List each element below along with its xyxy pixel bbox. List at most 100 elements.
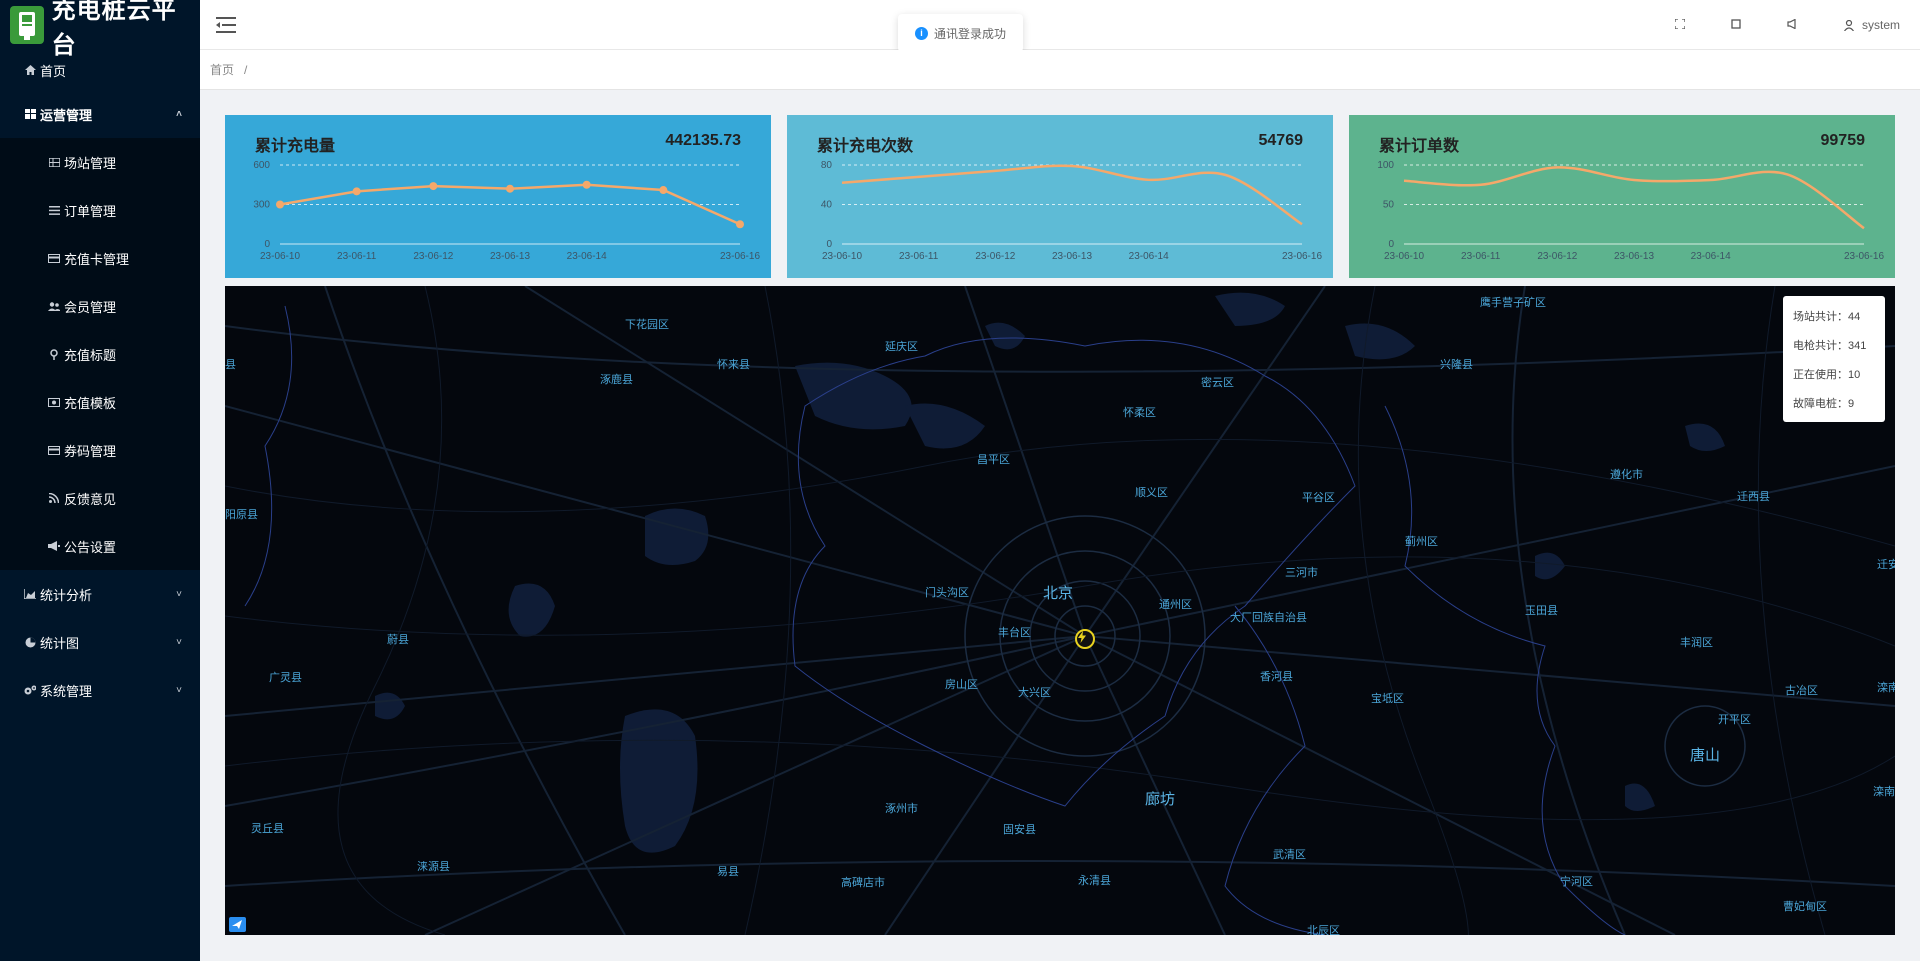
menu-order-management[interactable]: 订单管理 xyxy=(0,186,200,234)
x-tick-label: 23-06-13 xyxy=(490,251,530,262)
window-icon[interactable] xyxy=(1731,18,1741,32)
line-chart: 0 300 600 23-06-10 23-06-11 23-06-12 23-06-13 2… xyxy=(253,160,760,262)
menu-coupon-management[interactable]: 券码管理 xyxy=(0,426,200,474)
menu-label: 会员管理 xyxy=(64,299,117,315)
y-tick-label: 300 xyxy=(253,200,270,211)
operations-submenu: 场站管理 订单管理 充值卡管理 会员管理 充值标题 充值模板 券码管理 反馈意见… xyxy=(0,138,200,570)
data-point[interactable] xyxy=(736,220,744,229)
menu-recharge-title[interactable]: 充值标题 xyxy=(0,330,200,378)
menu-recharge-card[interactable]: 充值卡管理 xyxy=(0,234,200,282)
y-tick-label: 100 xyxy=(1377,160,1394,171)
station-map[interactable]: 下花园区 延庆区 怀来县 涿鹿县 密云区 怀柔区 兴隆县 鹰手营子矿区 昌平区 … xyxy=(225,286,1895,935)
menu-label: 系统管理 xyxy=(40,683,93,699)
map-label: 下花园区 xyxy=(625,319,669,331)
map-label: 顺义区 xyxy=(1135,487,1168,499)
menu-label: 券码管理 xyxy=(64,443,117,459)
gears-icon xyxy=(24,685,36,695)
series-line xyxy=(841,164,1303,226)
map-label: 迁安 xyxy=(1877,559,1895,571)
map-label: 蔚县 xyxy=(387,634,409,646)
map-logo-icon[interactable] xyxy=(229,917,246,932)
x-tick-label: 23-06-12 xyxy=(1537,251,1577,262)
menu-home[interactable]: 首页 xyxy=(0,50,200,90)
legend-in-use: 正在使用：10 xyxy=(1793,368,1861,381)
x-tick-label: 23-06-13 xyxy=(1614,251,1654,262)
map-legend: 场站共计：44 电枪共计：341 正在使用：10 故障电桩：9 xyxy=(1783,296,1885,422)
menu-label: 统计分析 xyxy=(40,587,93,603)
breadcrumb-home[interactable]: 首页 xyxy=(210,61,234,78)
menu-recharge-template[interactable]: 充值模板 xyxy=(0,378,200,426)
map-label: 灵丘县 xyxy=(251,823,284,835)
map-label: 易县 xyxy=(717,866,739,878)
data-point[interactable] xyxy=(429,182,438,191)
fullscreen-icon[interactable] xyxy=(1674,17,1686,32)
map-label: 鹰手营子矿区 xyxy=(1480,297,1546,309)
x-tick-label: 23-06-11 xyxy=(1461,251,1501,262)
y-tick-label: 50 xyxy=(1383,200,1395,211)
map-label: 开平区 xyxy=(1718,714,1751,726)
map-label: 宁河区 xyxy=(1560,876,1593,888)
map-label: 滦南 xyxy=(1877,682,1895,694)
charging-station-marker[interactable] xyxy=(1075,629,1095,649)
menu-station-management[interactable]: 场站管理 xyxy=(0,138,200,186)
data-point[interactable] xyxy=(276,200,284,209)
series-line xyxy=(1403,166,1865,230)
users-icon xyxy=(48,301,60,311)
map-label: 丰润区 xyxy=(1680,637,1713,649)
logo-mark xyxy=(10,6,44,44)
map-label: 大厂回族自治县 xyxy=(1230,612,1307,624)
map-label: 古冶区 xyxy=(1785,685,1818,697)
notification-icon[interactable] xyxy=(1787,18,1798,32)
menu-feedback[interactable]: 反馈意见 xyxy=(0,474,200,522)
legend-stations: 场站共计：44 xyxy=(1793,310,1861,323)
menu-operations[interactable]: 运营管理 ˄ xyxy=(0,90,200,138)
map-label: 门头沟区 xyxy=(925,587,969,599)
menu-label: 充值卡管理 xyxy=(64,251,130,267)
legend-faulty: 故障电桩：9 xyxy=(1793,397,1855,410)
y-tick-label: 600 xyxy=(253,160,270,171)
charger-logo-icon xyxy=(18,12,35,40)
data-point[interactable] xyxy=(352,187,361,196)
x-tick-label: 23-06-11 xyxy=(337,251,377,262)
menu-statistics[interactable]: 统计分析 ˅ xyxy=(0,570,200,618)
x-tick-label: 23-06-11 xyxy=(899,251,939,262)
menu-system[interactable]: 系统管理 ˅ xyxy=(0,666,200,714)
menu-charts[interactable]: 统计图 ˅ xyxy=(0,618,200,666)
data-point[interactable] xyxy=(582,180,591,189)
menu-toggle-icon[interactable] xyxy=(216,16,236,34)
map-label: 涞源县 xyxy=(417,861,450,873)
menu-label: 公告设置 xyxy=(64,539,117,555)
menu-label: 充值标题 xyxy=(64,347,117,363)
x-tick-label: 23-06-16 xyxy=(720,251,760,262)
data-point[interactable] xyxy=(506,184,514,193)
header-actions: system xyxy=(1674,0,1900,50)
logo: 充电桩云平台 xyxy=(0,0,200,59)
breadcrumb-separator: / xyxy=(244,62,248,77)
map-label: 昌平区 xyxy=(977,454,1010,466)
menu-announcement[interactable]: 公告设置 xyxy=(0,522,200,570)
lightning-icon xyxy=(1078,631,1086,643)
x-tick-label: 23-06-10 xyxy=(1384,251,1424,262)
map-label: 兴隆县 xyxy=(1440,359,1473,371)
map-label: 曹妃甸区 xyxy=(1783,901,1827,913)
menu-member-management[interactable]: 会员管理 xyxy=(0,282,200,330)
x-tick-label: 23-06-16 xyxy=(1282,251,1322,262)
map-label: 通州区 xyxy=(1159,599,1192,611)
grid-icon xyxy=(24,109,36,119)
map-label: 怀来县 xyxy=(717,359,750,371)
x-tick-label: 23-06-14 xyxy=(1691,251,1731,262)
map-label: 涿鹿县 xyxy=(600,374,633,386)
map-label: 广灵县 xyxy=(269,672,302,684)
x-tick-label: 23-06-10 xyxy=(822,251,862,262)
x-tick-label: 23-06-13 xyxy=(1052,251,1092,262)
x-tick-label: 23-06-12 xyxy=(413,251,453,262)
map-label: 北辰区 xyxy=(1307,925,1340,935)
user-menu[interactable]: system xyxy=(1844,18,1900,32)
map-label: 滦南 xyxy=(1873,786,1895,798)
data-point[interactable] xyxy=(659,186,668,195)
legend-guns: 电枪共计：341 xyxy=(1793,339,1867,352)
sidebar: 充电桩云平台 首页 运营管理 ˄ 场站管理 订单管理 充值卡管理 会员管理 充值… xyxy=(0,0,200,961)
map-background xyxy=(225,286,1895,935)
map-label: 高碑店市 xyxy=(841,877,885,889)
y-tick-label: 0 xyxy=(264,239,270,250)
